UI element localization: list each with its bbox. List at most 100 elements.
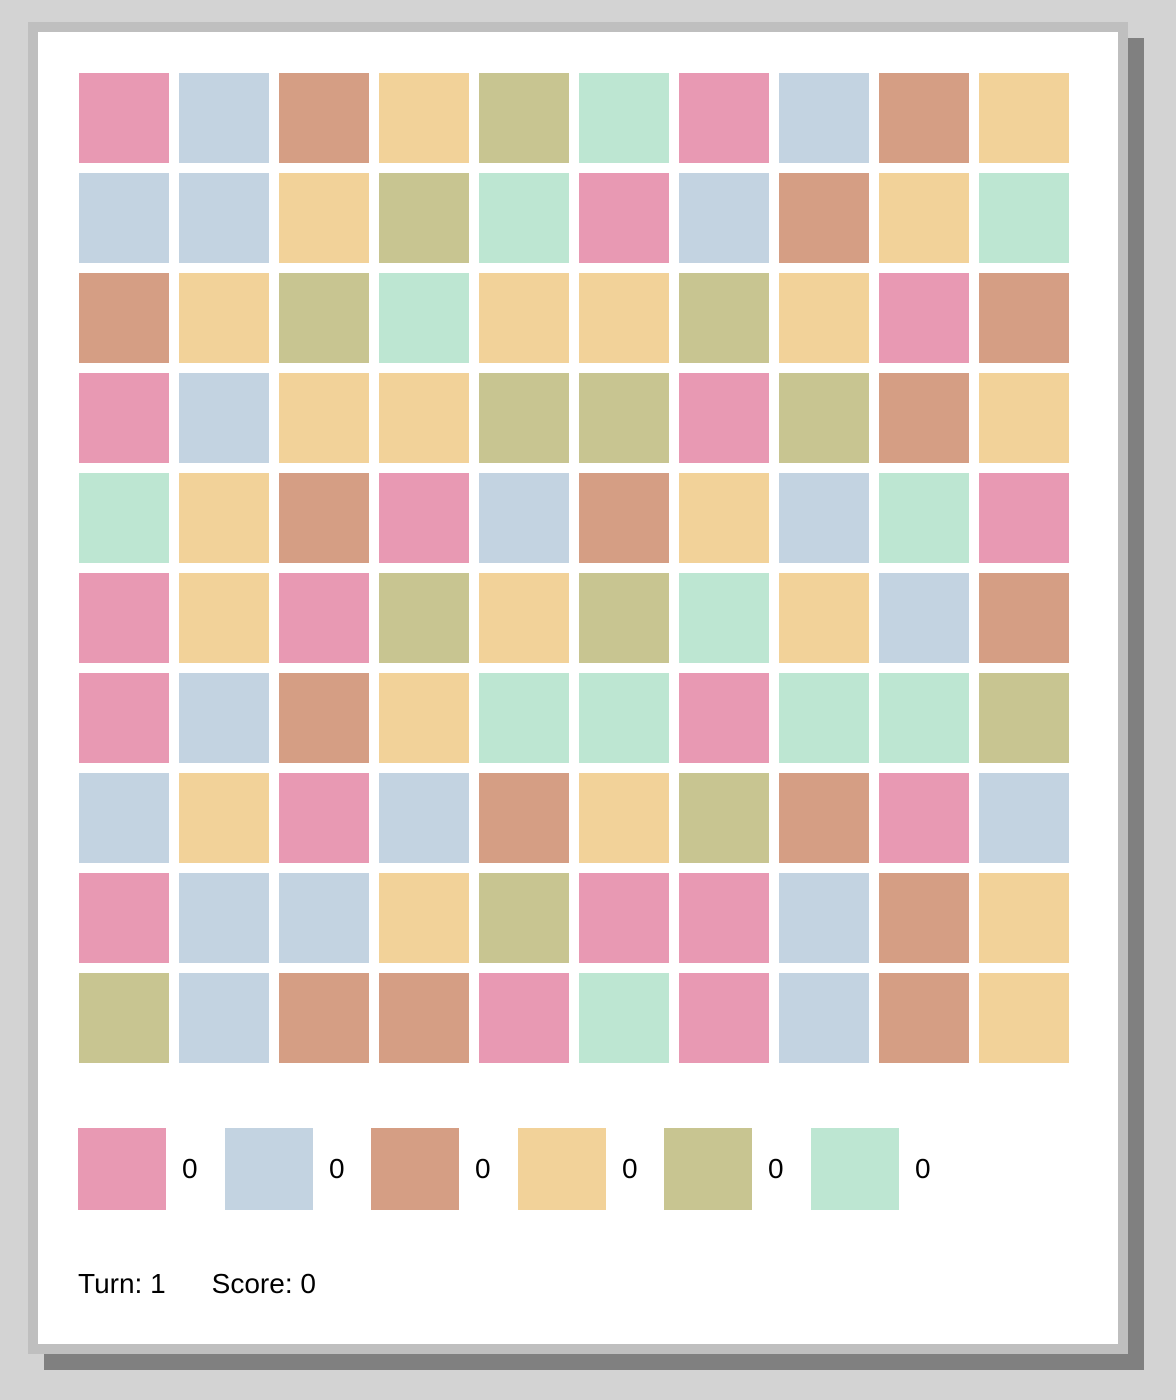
board-cell[interactable] [79, 873, 169, 963]
board-cell[interactable] [679, 73, 769, 163]
board-cell[interactable] [879, 673, 969, 763]
board-cell[interactable] [779, 973, 869, 1063]
board-cell[interactable] [979, 573, 1069, 663]
board-cell[interactable] [679, 273, 769, 363]
board-cell[interactable] [179, 73, 269, 163]
board-cell[interactable] [179, 273, 269, 363]
board-cell[interactable] [279, 473, 369, 563]
board-cell[interactable] [979, 973, 1069, 1063]
board-cell[interactable] [79, 73, 169, 163]
board-cell[interactable] [979, 173, 1069, 263]
board-cell[interactable] [279, 373, 369, 463]
board-cell[interactable] [979, 773, 1069, 863]
board-cell[interactable] [679, 473, 769, 563]
board-cell[interactable] [79, 773, 169, 863]
board-cell[interactable] [679, 573, 769, 663]
board-cell[interactable] [479, 173, 569, 263]
board-cell[interactable] [479, 673, 569, 763]
board-cell[interactable] [679, 373, 769, 463]
board-cell[interactable] [379, 173, 469, 263]
board-cell[interactable] [679, 873, 769, 963]
board-cell[interactable] [979, 273, 1069, 363]
board-cell[interactable] [179, 773, 269, 863]
board-cell[interactable] [779, 573, 869, 663]
board-cell[interactable] [679, 173, 769, 263]
board-cell[interactable] [579, 273, 669, 363]
board-cell[interactable] [779, 773, 869, 863]
board-cell[interactable] [479, 573, 569, 663]
board-cell[interactable] [879, 173, 969, 263]
board-cell[interactable] [579, 673, 669, 763]
board-cell[interactable] [879, 273, 969, 363]
board-cell[interactable] [979, 873, 1069, 963]
board-cell[interactable] [679, 973, 769, 1063]
board-cell[interactable] [779, 873, 869, 963]
board-cell[interactable] [679, 673, 769, 763]
board-cell[interactable] [79, 973, 169, 1063]
board-cell[interactable] [379, 373, 469, 463]
board-cell[interactable] [979, 373, 1069, 463]
board-cell[interactable] [179, 573, 269, 663]
board-cell[interactable] [779, 473, 869, 563]
board-cell[interactable] [479, 973, 569, 1063]
board-cell[interactable] [479, 273, 569, 363]
board-cell[interactable] [579, 973, 669, 1063]
color-swatch-button[interactable] [811, 1128, 899, 1210]
board-cell[interactable] [379, 773, 469, 863]
board-cell[interactable] [279, 273, 369, 363]
board-cell[interactable] [879, 473, 969, 563]
board-cell[interactable] [279, 573, 369, 663]
board-cell[interactable] [179, 973, 269, 1063]
board-cell[interactable] [979, 673, 1069, 763]
board-cell[interactable] [779, 173, 869, 263]
board-cell[interactable] [479, 73, 569, 163]
board-cell[interactable] [179, 473, 269, 563]
board-cell[interactable] [779, 273, 869, 363]
board-cell[interactable] [279, 873, 369, 963]
board-cell[interactable] [979, 73, 1069, 163]
board-cell[interactable] [479, 773, 569, 863]
board-cell[interactable] [379, 673, 469, 763]
board-cell[interactable] [779, 373, 869, 463]
board-cell[interactable] [579, 873, 669, 963]
color-swatch-button[interactable] [225, 1128, 313, 1210]
board-cell[interactable] [879, 973, 969, 1063]
board-cell[interactable] [779, 673, 869, 763]
board-cell[interactable] [379, 573, 469, 663]
board-cell[interactable] [479, 373, 569, 463]
color-swatch-button[interactable] [78, 1128, 166, 1210]
board-cell[interactable] [79, 473, 169, 563]
board-cell[interactable] [179, 873, 269, 963]
board-cell[interactable] [879, 73, 969, 163]
color-swatch-button[interactable] [518, 1128, 606, 1210]
board-cell[interactable] [279, 973, 369, 1063]
board-cell[interactable] [379, 73, 469, 163]
board-cell[interactable] [579, 373, 669, 463]
board-cell[interactable] [879, 573, 969, 663]
board-cell[interactable] [279, 73, 369, 163]
board-cell[interactable] [579, 773, 669, 863]
board-cell[interactable] [179, 173, 269, 263]
board-cell[interactable] [179, 373, 269, 463]
board-cell[interactable] [979, 473, 1069, 563]
board-cell[interactable] [579, 573, 669, 663]
board-cell[interactable] [579, 473, 669, 563]
board-cell[interactable] [79, 673, 169, 763]
board-cell[interactable] [279, 173, 369, 263]
board-cell[interactable] [79, 173, 169, 263]
board-cell[interactable] [379, 273, 469, 363]
board-cell[interactable] [379, 873, 469, 963]
board-cell[interactable] [379, 473, 469, 563]
board-cell[interactable] [479, 473, 569, 563]
board-cell[interactable] [79, 373, 169, 463]
board-cell[interactable] [879, 373, 969, 463]
color-swatch-button[interactable] [664, 1128, 752, 1210]
board-cell[interactable] [579, 173, 669, 263]
color-swatch-button[interactable] [371, 1128, 459, 1210]
board-cell[interactable] [579, 73, 669, 163]
board-cell[interactable] [679, 773, 769, 863]
board-cell[interactable] [79, 273, 169, 363]
board-cell[interactable] [279, 773, 369, 863]
board-cell[interactable] [879, 773, 969, 863]
board-cell[interactable] [779, 73, 869, 163]
